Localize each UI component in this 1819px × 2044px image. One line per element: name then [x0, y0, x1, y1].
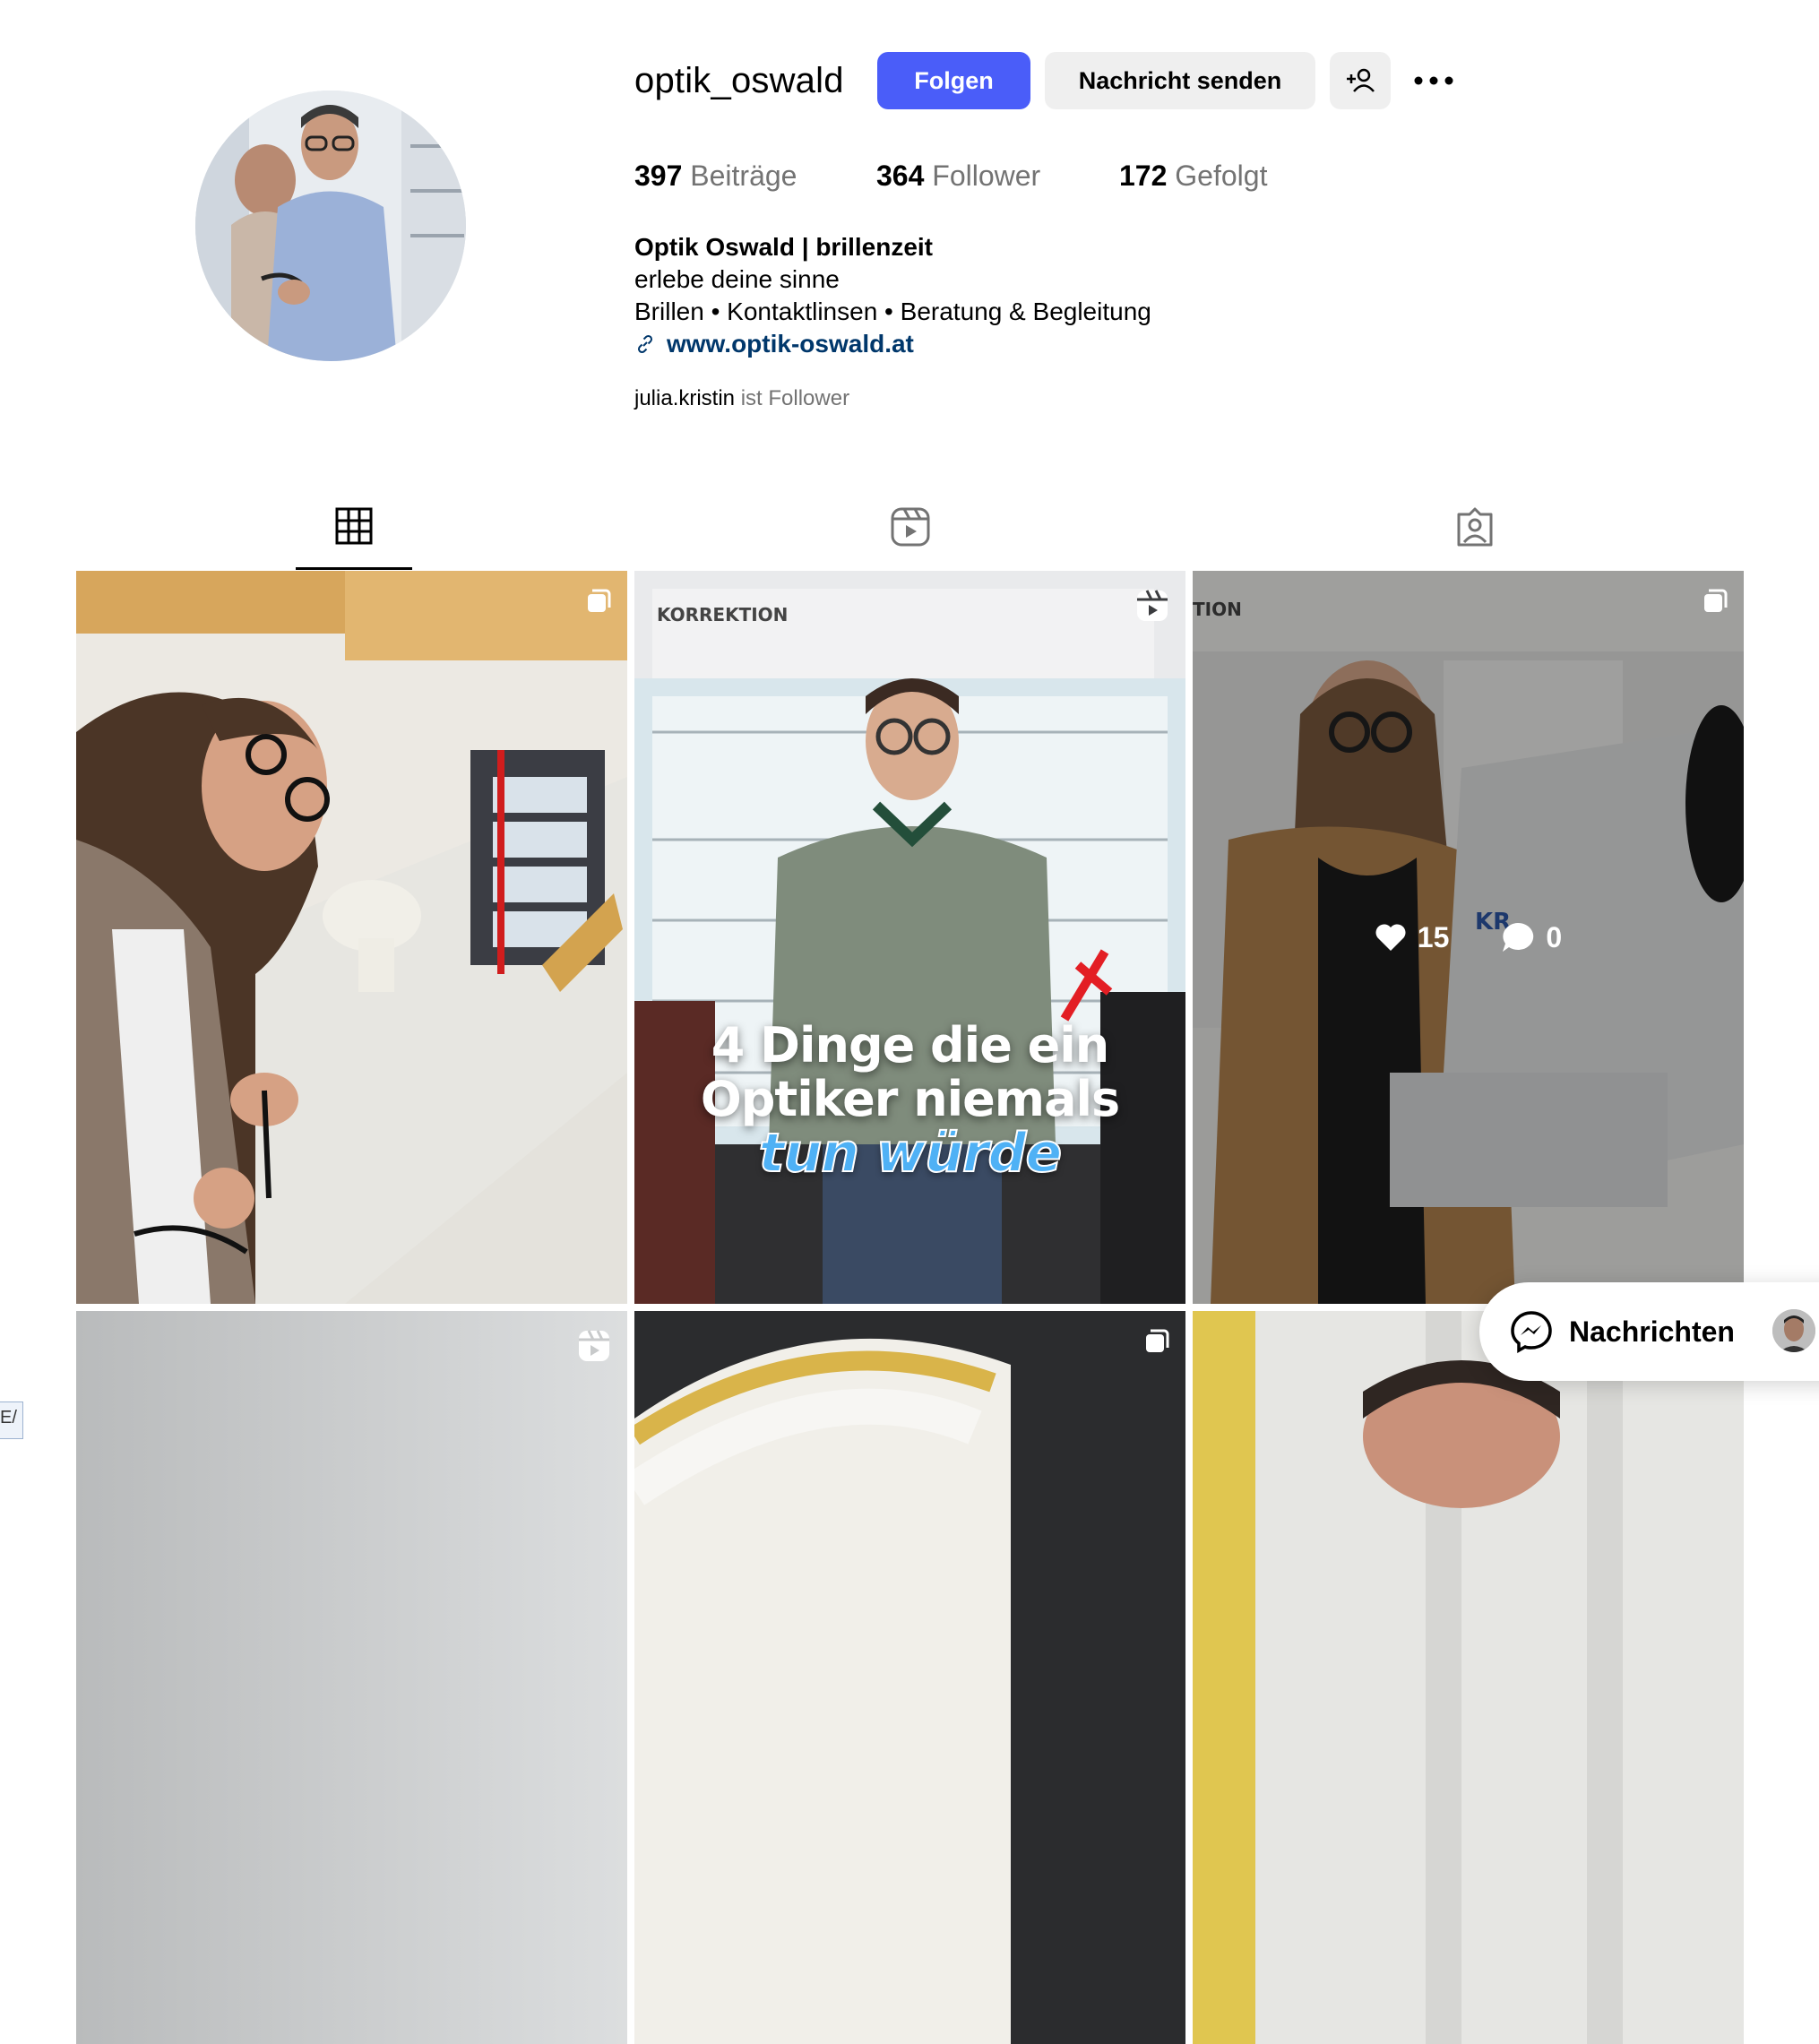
bio-line: Brillen • Kontaktlinsen • Beratung & Beg…: [634, 298, 1151, 325]
messenger-icon: [1511, 1311, 1552, 1353]
posts-stat: 397 Beiträge: [634, 160, 797, 193]
message-avatar: [1772, 1309, 1815, 1352]
carousel-icon: [588, 589, 611, 612]
profile-tabs: [76, 484, 1744, 570]
following-stat[interactable]: 172 Gefolgt: [1119, 160, 1267, 193]
avatar-photo: [1772, 1309, 1815, 1352]
profile-bio: Optik Oswald | brillenzeit erlebe deine …: [634, 231, 1151, 360]
followed-by[interactable]: julia.kristin ist Follower: [634, 386, 849, 411]
likes-count: 15: [1417, 920, 1450, 953]
followed-by-user: julia.kristin: [634, 386, 736, 410]
comments-stat: 0: [1501, 921, 1562, 954]
post-tile[interactable]: KORREKTION 4 Dinge die ein Optiker niema…: [634, 571, 1185, 1304]
post-image: KORREKTION: [634, 571, 1185, 1304]
followers-label: Follower: [932, 160, 1041, 192]
profile-avatar[interactable]: [195, 91, 466, 361]
reel-badge: [577, 1329, 611, 1367]
overlay-line-1: 4 Dinge die ein: [711, 1017, 1109, 1074]
carousel-badge: [1703, 589, 1728, 618]
bio-link-text: www.optik-oswald.at: [667, 330, 914, 358]
likes-stat: 15: [1375, 920, 1450, 954]
carousel-badge: [1144, 1329, 1169, 1358]
carousel-icon: [1146, 1329, 1169, 1352]
more-horizontal-icon: [1414, 76, 1453, 85]
tab-reels[interactable]: [852, 484, 969, 570]
post-tile[interactable]: [76, 1311, 627, 2044]
post-tile[interactable]: TION KR 15 0: [1193, 571, 1744, 1304]
reel-badge: [1135, 589, 1169, 627]
following-label: Gefolgt: [1175, 160, 1268, 192]
followers-count: 364: [876, 160, 925, 192]
post-image: [634, 1311, 1185, 2044]
bio-name: Optik Oswald | brillenzeit: [634, 233, 934, 261]
tab-tagged[interactable]: [1417, 484, 1533, 570]
post-image: [76, 571, 627, 1304]
bio-link[interactable]: www.optik-oswald.at: [634, 328, 1151, 360]
post-image: [76, 1311, 627, 2044]
browser-edge-widget[interactable]: E/: [0, 1401, 23, 1439]
suggested-accounts-button[interactable]: [1330, 52, 1391, 109]
sign-text: KORREKTION: [657, 604, 788, 625]
heart-icon: [1375, 924, 1406, 951]
profile-username: optik_oswald: [634, 61, 844, 100]
overlay-line-2: Optiker niemals: [700, 1071, 1120, 1127]
bio-line: erlebe deine sinne: [634, 265, 840, 293]
grid-icon: [335, 507, 373, 544]
reels-icon: [579, 1330, 609, 1361]
comments-count: 0: [1546, 920, 1563, 953]
overlay-accent: tun würde: [758, 1122, 1063, 1185]
reel-overlay-title: 4 Dinge die ein Optiker niemals tun würd…: [634, 1017, 1185, 1185]
post-hover-stats: 15 0: [1193, 571, 1744, 1304]
tagged-icon: [1457, 507, 1493, 547]
follow-button[interactable]: Folgen: [877, 52, 1030, 109]
comment-icon: [1503, 922, 1534, 952]
following-count: 172: [1119, 160, 1168, 192]
carousel-icon: [1704, 589, 1728, 612]
reels-icon: [891, 507, 930, 547]
followers-stat[interactable]: 364 Follower: [876, 160, 1040, 193]
avatar-photo: [195, 91, 466, 361]
send-message-button[interactable]: Nachricht senden: [1045, 52, 1315, 109]
posts-label: Beiträge: [690, 160, 797, 192]
post-image: [1193, 1311, 1744, 2044]
post-tile[interactable]: [76, 571, 627, 1304]
person-add-icon: [1347, 68, 1375, 92]
options-button[interactable]: [1407, 63, 1461, 99]
link-icon: [637, 334, 653, 354]
messages-button[interactable]: Nachrichten: [1479, 1282, 1819, 1381]
tab-posts[interactable]: [296, 484, 412, 570]
post-tile[interactable]: [634, 1311, 1185, 2044]
messages-label: Nachrichten: [1569, 1315, 1735, 1348]
post-tile[interactable]: [1193, 1311, 1744, 2044]
followed-by-suffix: ist Follower: [740, 386, 850, 410]
posts-count: 397: [634, 160, 683, 192]
carousel-badge: [586, 589, 611, 618]
reels-icon: [1137, 590, 1168, 621]
browser-edge-glyph: E/: [0, 1408, 17, 1427]
